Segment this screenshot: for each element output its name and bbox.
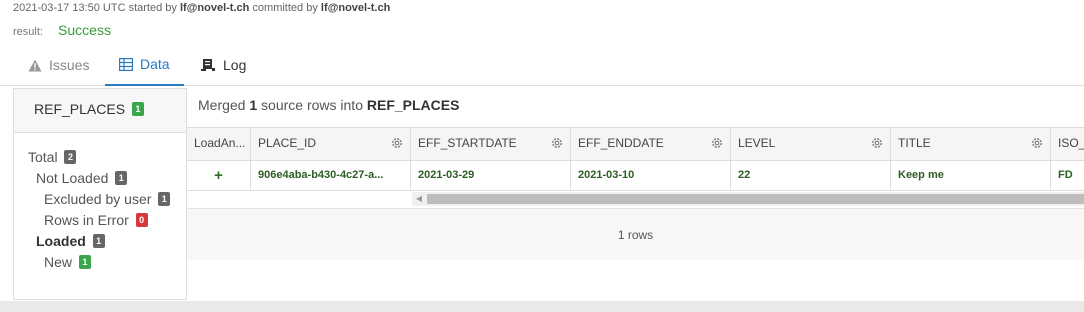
result-tabs: Issues Data Log <box>0 44 1084 86</box>
sidebar-title: REF_PLACES <box>34 101 126 117</box>
bottom-bar <box>0 301 1084 312</box>
scroll-left-icon[interactable]: ◀ <box>412 192 426 206</box>
column-label: LoadAn... <box>194 136 246 150</box>
gear-icon[interactable] <box>390 136 404 150</box>
column-header-eff-startdate[interactable]: EFF_STARTDATE <box>411 128 571 161</box>
column-label: EFF_ENDDATE <box>578 136 664 150</box>
scrollbar-thumb[interactable] <box>427 194 1084 204</box>
tab-log-label: Log <box>223 57 247 73</box>
gear-icon[interactable] <box>710 136 724 150</box>
committed-by-user: lf@novel-t.ch <box>320 2 391 14</box>
summary-count: 1 <box>249 97 258 113</box>
count-badge: 1 <box>158 192 171 206</box>
run-metadata: 2021-03-17 13:50 UTC started by lf@novel… <box>13 2 390 14</box>
tree-item-label: Total <box>28 149 58 165</box>
summary-table: REF_PLACES <box>366 97 460 113</box>
tab-data[interactable]: Data <box>105 44 184 86</box>
column-label: PLACE_ID <box>258 136 317 150</box>
result-label: result: <box>13 26 43 38</box>
column-header-title[interactable]: TITLE <box>891 128 1051 161</box>
started-by-label: started by <box>128 2 177 14</box>
sidebar-header[interactable]: REF_PLACES 1 <box>14 89 186 133</box>
tree-item-label: Rows in Error <box>44 212 129 228</box>
tab-data-label: Data <box>140 56 170 72</box>
warning-icon <box>28 59 42 72</box>
cell-eff-enddate: 2021-03-10 <box>571 161 731 190</box>
run-timestamp: 2021-03-17 13:50 UTC <box>13 2 126 14</box>
scroll-icon <box>200 58 216 72</box>
count-badge: 1 <box>92 234 105 248</box>
tree-item-not-loaded[interactable]: Not Loaded 1 <box>14 168 186 189</box>
gear-icon[interactable] <box>550 136 564 150</box>
tree-item-total[interactable]: Total 2 <box>14 147 186 168</box>
cell-iso: FD <box>1051 161 1084 190</box>
tab-log[interactable]: Log <box>200 44 246 86</box>
cell-place-id: 906e4aba-b430-4c27-a... <box>251 161 411 190</box>
tree-item-excluded-by-user[interactable]: Excluded by user 1 <box>14 189 186 210</box>
column-header-level[interactable]: LEVEL <box>731 128 891 161</box>
tree-item-loaded[interactable]: Loaded 1 <box>14 231 186 252</box>
column-header-iso[interactable]: ISO_ <box>1051 128 1084 161</box>
entity-sidebar: REF_PLACES 1 Total 2 Not Loaded 1 Exclud… <box>13 88 187 300</box>
column-label: TITLE <box>898 136 931 150</box>
row-count-footer: 1 rows <box>187 208 1084 260</box>
tab-issues[interactable]: Issues <box>28 44 89 86</box>
data-grid: LoadAn... PLACE_ID EFF_STARTDATE EFF_END… <box>187 127 1084 260</box>
committed-by-label: committed by <box>252 2 318 14</box>
cell-title: Keep me <box>891 161 1051 190</box>
column-label: EFF_STARTDATE <box>418 136 517 150</box>
count-badge: 1 <box>115 171 128 185</box>
gear-icon[interactable] <box>1030 136 1044 150</box>
row-action-plus[interactable]: + <box>187 161 251 190</box>
count-badge: 0 <box>135 213 148 227</box>
row-status-tree: Total 2 Not Loaded 1 Excluded by user 1 … <box>14 133 186 273</box>
horizontal-scrollbar[interactable]: ◀ <box>412 192 1084 206</box>
table-row[interactable]: + 906e4aba-b430-4c27-a... 2021-03-29 202… <box>187 161 1084 191</box>
cell-level: 22 <box>731 161 891 190</box>
summary-prefix: Merged <box>198 97 246 113</box>
tree-item-label: Loaded <box>36 233 86 249</box>
gear-icon[interactable] <box>870 136 884 150</box>
column-header-eff-enddate[interactable]: EFF_ENDDATE <box>571 128 731 161</box>
column-header-loadaction[interactable]: LoadAn... <box>187 128 251 161</box>
tree-item-rows-in-error[interactable]: Rows in Error 0 <box>14 210 186 231</box>
tree-item-new[interactable]: New 1 <box>14 252 186 273</box>
tree-item-label: New <box>44 254 73 270</box>
tree-item-label: Excluded by user <box>44 191 152 207</box>
column-header-place-id[interactable]: PLACE_ID <box>251 128 411 161</box>
merge-summary: Merged 1 source rows into REF_PLACES <box>187 88 1084 130</box>
count-badge: 2 <box>64 150 77 164</box>
tab-issues-label: Issues <box>49 57 90 73</box>
column-label: LEVEL <box>738 136 776 150</box>
grid-header: LoadAn... PLACE_ID EFF_STARTDATE EFF_END… <box>187 128 1084 161</box>
count-badge: 1 <box>78 255 91 269</box>
column-label: ISO_ <box>1058 136 1084 150</box>
result-value: Success <box>58 22 111 38</box>
cell-eff-startdate: 2021-03-29 <box>411 161 571 190</box>
table-icon <box>119 57 133 71</box>
summary-mid: source rows into <box>261 97 363 113</box>
tree-item-label: Not Loaded <box>36 170 109 186</box>
started-by-user: lf@novel-t.ch <box>179 2 250 14</box>
sidebar-title-badge: 1 <box>131 102 144 116</box>
run-result: result: Success <box>13 22 111 38</box>
